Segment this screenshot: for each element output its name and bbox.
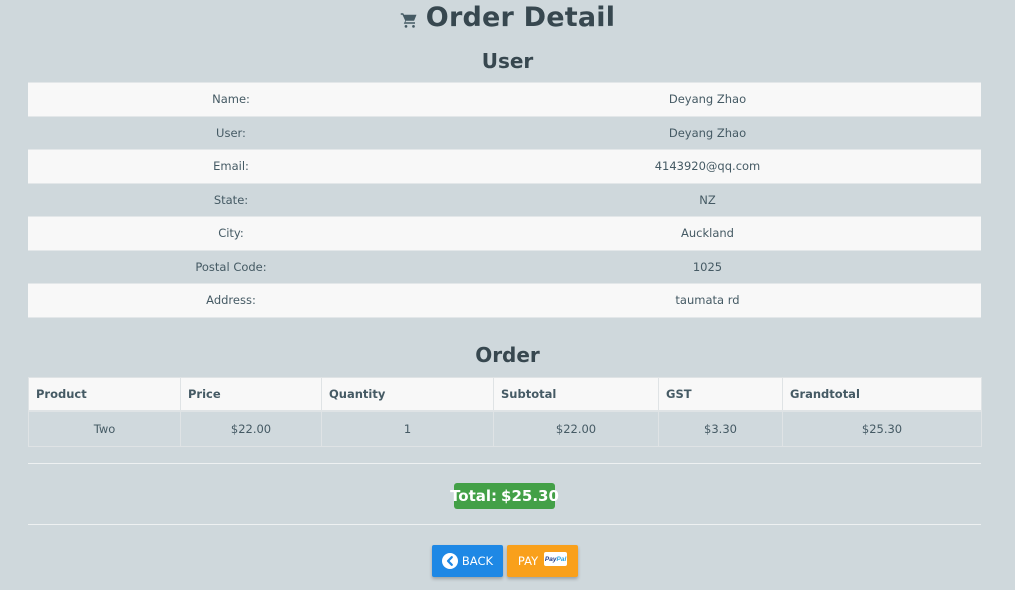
- cell-subtotal: $22.00: [493, 410, 659, 447]
- cell-quantity: 1: [321, 410, 494, 447]
- row-value: taumata rd: [434, 283, 981, 318]
- row-label: State:: [213, 192, 249, 207]
- user-section-title: User: [481, 49, 534, 73]
- order-section-title: Order: [475, 343, 540, 367]
- divider: [28, 463, 981, 464]
- pay-button-label: PAY: [517, 554, 539, 568]
- total-label: Total:: [450, 487, 498, 505]
- column-header-product: Product: [28, 377, 181, 412]
- row-value: Deyang Zhao: [434, 82, 981, 117]
- row-value: 1025: [692, 259, 723, 274]
- column-header-subtotal: Subtotal: [493, 377, 659, 412]
- column-header-gst: GST: [658, 377, 783, 412]
- row-value: Auckland: [434, 216, 981, 251]
- order-header-row: Product Price Quantity Subtotal GST Gran…: [28, 377, 982, 412]
- cart-icon: [400, 13, 417, 28]
- back-button-label: BACK: [461, 554, 494, 568]
- column-header-quantity: Quantity: [321, 377, 494, 412]
- total-value: $25.30: [501, 487, 559, 505]
- row-label: Email:: [28, 149, 434, 184]
- row-label: City:: [28, 216, 434, 251]
- column-header-grandtotal: Grandtotal: [782, 377, 982, 412]
- cell-grandtotal: $25.30: [782, 410, 982, 447]
- row-label: User:: [216, 125, 246, 140]
- row-label: Name:: [28, 82, 434, 117]
- total-badge: Total: $25.30: [450, 483, 559, 509]
- divider: [28, 524, 981, 525]
- cell-product: Two: [28, 410, 181, 447]
- user-row-user: User: Deyang Zhao: [28, 116, 981, 150]
- user-row-address: Address: taumata rd: [28, 283, 981, 318]
- order-table: Product Price Quantity Subtotal GST Gran…: [28, 377, 982, 447]
- page-title: Order Detail: [0, 0, 1015, 34]
- user-row-state: State: NZ: [28, 183, 981, 217]
- row-label: Postal Code:: [195, 259, 267, 274]
- back-button[interactable]: BACK: [432, 545, 503, 577]
- pay-button[interactable]: PAY Pay Pal: [507, 545, 578, 577]
- row-value: Deyang Zhao: [668, 125, 747, 140]
- chevron-left-circle-icon: [441, 553, 458, 569]
- cell-gst: $3.30: [658, 410, 783, 447]
- table-row: Two $22.00 1 $22.00 $3.30 $25.30: [28, 410, 982, 447]
- user-info-table: Name: Deyang Zhao User: Deyang Zhao Emai…: [28, 82, 981, 318]
- user-row-name: Name: Deyang Zhao: [28, 82, 981, 117]
- row-value: NZ: [699, 192, 716, 207]
- column-header-price: Price: [180, 377, 322, 412]
- row-value: 4143920@qq.com: [434, 149, 981, 184]
- row-label: Address:: [28, 283, 434, 318]
- user-row-email: Email: 4143920@qq.com: [28, 149, 981, 184]
- user-row-postal-code: Postal Code: 1025: [28, 250, 981, 284]
- cell-price: $22.00: [180, 410, 322, 447]
- paypal-icon: Pay Pal: [544, 552, 568, 566]
- page-title-text: Order Detail: [425, 1, 616, 33]
- user-row-city: City: Auckland: [28, 216, 981, 251]
